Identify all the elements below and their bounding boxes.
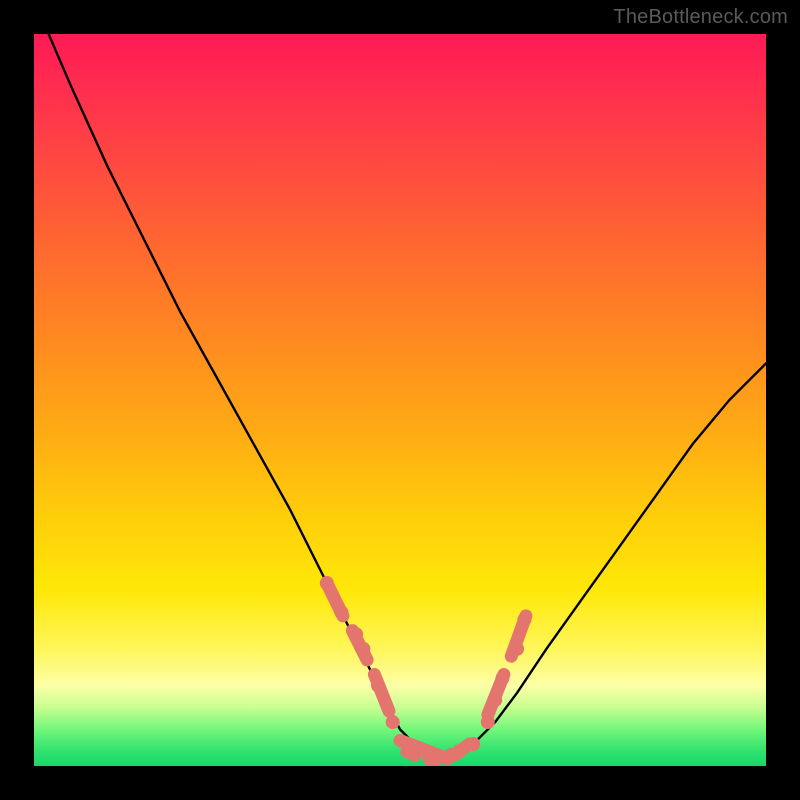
chart-frame: TheBottleneck.com bbox=[0, 0, 800, 800]
plot-gradient-background bbox=[34, 34, 766, 766]
watermark-text: TheBottleneck.com bbox=[613, 6, 788, 29]
